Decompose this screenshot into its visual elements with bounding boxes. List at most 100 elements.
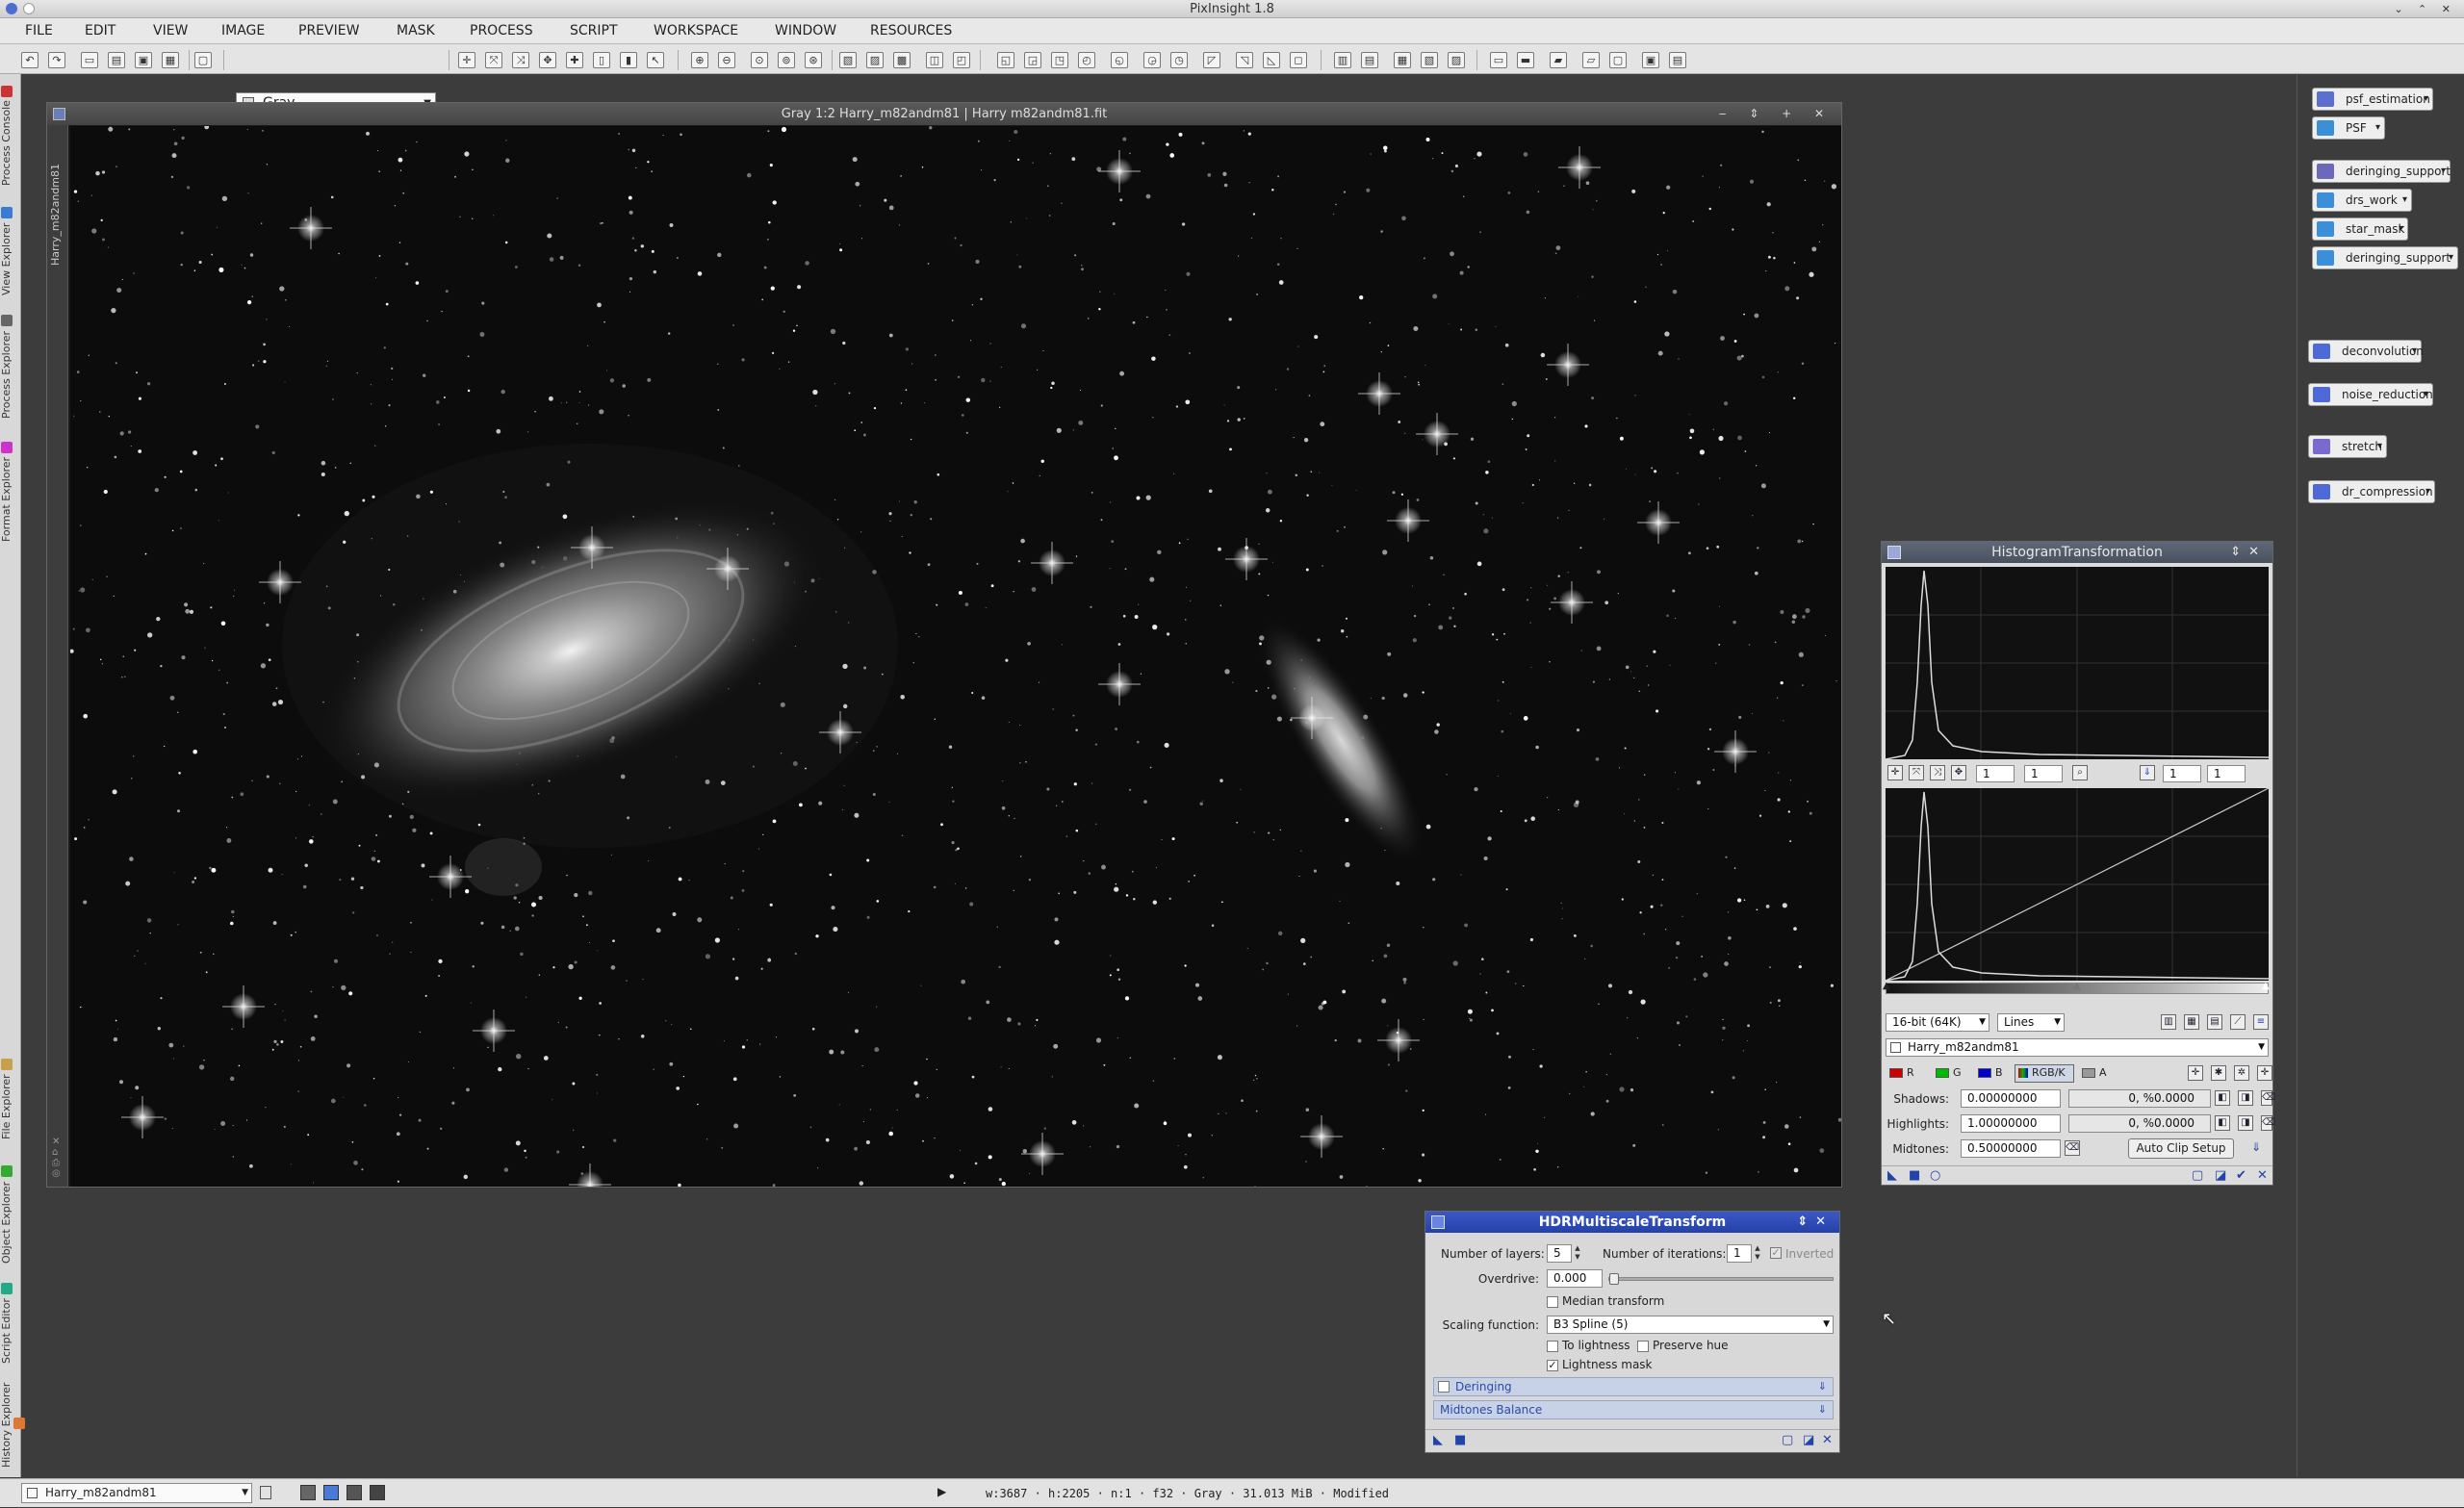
menu-process[interactable]: PROCESS (470, 18, 533, 44)
menu-window[interactable]: WINDOW (775, 18, 836, 44)
shadows-auto-icon[interactable]: ◧ (2215, 1090, 2230, 1106)
image-window-controls[interactable]: ‒ ⇕ + ✕ (1719, 103, 1834, 125)
iterations-spinner[interactable]: ▲ ▼ (1753, 1244, 1762, 1263)
tab-view-explorer[interactable]: View Explorer (0, 201, 21, 301)
screen-icon-d[interactable]: ▱ (1582, 52, 1600, 68)
highlights-input[interactable]: 1.00000000 (1961, 1114, 2061, 1133)
view-selector[interactable]: Harry_m82andm81 ▼ (21, 1483, 252, 1503)
execute-icon[interactable]: ✔ (2236, 1168, 2246, 1183)
preview-mode-icon[interactable]: ▯ (593, 52, 610, 68)
zoom-fit-icon[interactable]: ⤧ (485, 52, 502, 68)
process-icon-noise-reduction[interactable]: noise_reduction ▾ (2308, 383, 2433, 406)
pointer-icon[interactable]: ↖ (647, 52, 664, 68)
menu-view[interactable]: VIEW (153, 18, 188, 44)
output-zoom-v-input[interactable]: 1 (2207, 765, 2246, 782)
layout-icon-c[interactable]: ▦ (1394, 52, 1411, 68)
process-icon-psf-estimation[interactable]: psf_estimation ▾ (2312, 88, 2433, 111)
shadows-reset-icon[interactable]: ⌫ (2261, 1090, 2275, 1106)
expand-icon[interactable]: ⇓ (2140, 765, 2155, 780)
log-scale-icon[interactable]: ▥ (2161, 1014, 2176, 1030)
show-input-icon[interactable]: ▦ (2184, 1014, 2199, 1030)
horizontal-zoom-input[interactable]: 1 (1976, 765, 2015, 782)
tab-script-editor[interactable]: Script Editor (0, 1277, 21, 1369)
track-view-icon[interactable]: ◪ (2215, 1168, 2226, 1183)
process-icon-e[interactable]: ◵ (1111, 52, 1128, 68)
menu-mask[interactable]: MASK (397, 18, 435, 44)
process-icon-c[interactable]: ◳ (1051, 52, 1068, 68)
iterations-input[interactable]: 1 (1727, 1244, 1752, 1263)
tab-process-console[interactable]: Process Console (0, 78, 21, 193)
process-icon-f[interactable]: ◶ (1143, 52, 1161, 68)
real-time-preview-icon[interactable]: ○ (1930, 1168, 1940, 1183)
image-window-title-bar[interactable]: Gray 1:2 Harry_m82andm81 | Harry m82andm… (47, 103, 1841, 125)
expand-section-icon[interactable]: ⇓ (1818, 1378, 1827, 1395)
image-id-tab[interactable]: Harry_m82andm81 (49, 164, 62, 266)
channel-b[interactable]: B (1995, 1066, 2003, 1079)
tab-history-explorer[interactable]: History Explorer (0, 1375, 25, 1475)
layout-icon-d[interactable]: ▧ (1421, 52, 1438, 68)
crosshair-icon[interactable]: ✛ (2188, 1065, 2203, 1081)
layout-icon-a[interactable]: ▥ (1334, 52, 1351, 68)
channel-alpha[interactable]: A (2099, 1066, 2107, 1079)
window-tool-icons[interactable]: ✕ ⌂ ⎙ ◎ (52, 1137, 61, 1179)
zoom-optimal-icon[interactable]: ⊛ (805, 52, 822, 68)
expand-icon[interactable]: ⇓ (2251, 1140, 2261, 1154)
play-icon[interactable]: ▶ (937, 1485, 946, 1498)
histogram-input-graph[interactable] (1886, 567, 2269, 759)
zoom-1-1-icon[interactable]: ⊙ (751, 52, 768, 68)
resolution-select[interactable]: 16-bit (64K) ▼ (1886, 1013, 1989, 1032)
process-icon-g[interactable]: ◷ (1170, 52, 1188, 68)
crosshair-icon[interactable]: ✛ (1887, 765, 1903, 780)
inverted-checkbox[interactable]: ✓ (1770, 1247, 1782, 1259)
display-channel-icon[interactable] (323, 1485, 339, 1500)
pan-mode-icon[interactable]: ✥ (539, 52, 556, 68)
edit-preview-icon[interactable]: ▮ (620, 52, 637, 68)
menu-script[interactable]: SCRIPT (570, 18, 618, 44)
show-curve-icon[interactable]: ⟋ (2230, 1014, 2246, 1030)
new-instance-icon[interactable]: ◣ (1887, 1168, 1897, 1183)
process-icon-d[interactable]: ◴ (1078, 52, 1095, 68)
screen-icon-g[interactable]: ▤ (1669, 52, 1686, 68)
apply-global-icon[interactable]: ■ (1454, 1433, 1466, 1447)
overdrive-slider[interactable] (1608, 1273, 1834, 1285)
process-icon-k[interactable]: ◻ (1290, 52, 1307, 68)
deringing-section[interactable]: Deringing ⇓ (1433, 1377, 1834, 1396)
preserve-hue-checkbox[interactable] (1637, 1341, 1649, 1352)
open-icon[interactable]: ▤ (108, 52, 125, 68)
apply-global-icon[interactable]: ■ (1909, 1168, 1920, 1183)
pan-icon[interactable]: ✥ (1951, 765, 1966, 780)
zoom-fill-icon[interactable]: ⤨ (1930, 765, 1945, 780)
mask-icon-a[interactable]: ▧ (839, 52, 857, 68)
crop-icon[interactable]: ◰ (953, 52, 970, 68)
show-output-icon[interactable]: ▤ (2207, 1014, 2222, 1030)
process-icon-a[interactable]: ◱ (997, 52, 1014, 68)
close-image-icon[interactable]: ▢ (194, 52, 212, 68)
expand-section-icon[interactable]: ⇓ (1818, 1401, 1827, 1419)
mask-display-icon[interactable] (370, 1485, 385, 1500)
deringing-checkbox[interactable] (1438, 1381, 1450, 1393)
scaling-function-select[interactable]: B3 Spline (5) ▼ (1547, 1316, 1834, 1334)
process-icon-stretch[interactable]: stretch ▾ (2308, 435, 2387, 458)
gear-icon[interactable]: ✱ (2211, 1065, 2226, 1081)
readout-mode-icon[interactable]: ✛ (458, 52, 475, 68)
vertical-zoom-input[interactable]: 1 (2024, 765, 2063, 782)
shadows-input[interactable]: 0.00000000 (1961, 1089, 2061, 1108)
screen-icon-a[interactable]: ▭ (1490, 52, 1507, 68)
midtones-input[interactable]: 0.50000000 (1961, 1139, 2061, 1158)
tab-object-explorer[interactable]: Object Explorer (0, 1160, 21, 1269)
highlights-copy-icon[interactable]: ◨ (2238, 1115, 2253, 1131)
target-view-select[interactable]: Harry_m82andm81 ▼ (1886, 1038, 2269, 1057)
mask-icon-c[interactable]: ▩ (893, 52, 911, 68)
zoom-fit-window-icon[interactable]: ⊚ (778, 52, 795, 68)
histogram-title-bar[interactable]: HistogramTransformation ⇕✕ (1882, 542, 2272, 563)
midtones-balance-section[interactable]: Midtones Balance ⇓ (1433, 1400, 1834, 1419)
screen-icon-c[interactable]: ▰ (1550, 52, 1567, 68)
to-lightness-checkbox[interactable] (1547, 1341, 1558, 1352)
zoom-fit-icon[interactable]: ⤧ (1909, 765, 1924, 780)
channel-g[interactable]: G (1953, 1066, 1962, 1079)
screen-icon-e[interactable]: ▢ (1609, 52, 1627, 68)
reset-all-icon[interactable]: ✕ (1822, 1433, 1833, 1447)
process-icon-star-mask[interactable]: star_mask ▾ (2312, 217, 2408, 241)
browse-doc-icon[interactable]: ▢ (2192, 1168, 2203, 1183)
tab-process-explorer[interactable]: Process Explorer (0, 309, 21, 424)
